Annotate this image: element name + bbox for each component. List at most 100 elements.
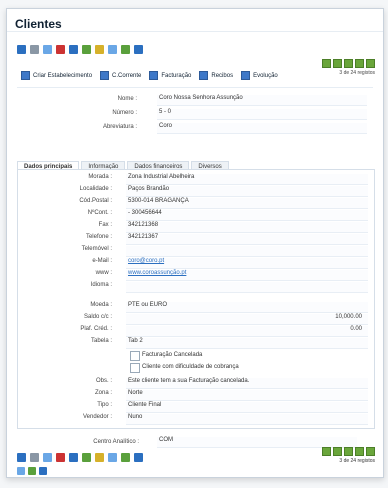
arrow-icon[interactable]: [121, 45, 130, 54]
localidade-label: Localidade :: [79, 186, 112, 192]
row-telefone: Telefone : 342121367: [18, 234, 374, 245]
star-icon[interactable]: [95, 45, 104, 54]
telemovel-field[interactable]: [126, 246, 368, 257]
link-facturacao[interactable]: Facturação: [149, 71, 191, 80]
dificuldade-cobranca-checkbox[interactable]: [130, 363, 140, 373]
pager-buttons[interactable]: [322, 447, 375, 456]
tipo-label: Tipo :: [97, 402, 112, 408]
tipo-field[interactable]: Cliente Final: [126, 402, 368, 413]
row-vendedor: Vendedor : Nuno: [18, 414, 374, 425]
localidade-field[interactable]: Paços Brandão: [126, 186, 368, 197]
link-c-corrente[interactable]: C.Corrente: [100, 71, 141, 80]
row-email: e-Mail : coro@coro.pt: [18, 258, 374, 269]
row-telemovel: Telemóvel :: [18, 246, 374, 257]
ncont-label: NºCont. :: [87, 210, 112, 216]
pager-count: 3 de 24 registos: [339, 70, 375, 76]
search-icon[interactable]: [30, 453, 39, 462]
link-criar-estabelecimento[interactable]: Criar Estabelecimento: [21, 71, 92, 80]
email-field[interactable]: coro@coro.pt: [126, 258, 368, 269]
idioma-field[interactable]: [126, 282, 368, 293]
nome-field[interactable]: Coro Nossa Senhora Assunção: [157, 95, 367, 106]
row-idioma: Idioma :: [18, 282, 374, 293]
refresh-icon[interactable]: [366, 59, 375, 68]
refresh-icon[interactable]: [82, 453, 91, 462]
obs-field[interactable]: Este cliente tem a sua Facturação cancel…: [126, 378, 368, 389]
action-links: Criar Estabelecimento C.Corrente Factura…: [21, 71, 278, 80]
close-icon[interactable]: [69, 453, 78, 462]
facturacao-cancelada-label: Facturação Cancelada: [142, 352, 203, 358]
arrow-icon[interactable]: [121, 453, 130, 462]
saldo-field: 10,000.00: [126, 314, 368, 325]
last-icon[interactable]: [355, 447, 364, 456]
new-icon[interactable]: [17, 45, 26, 54]
plafcred-label: Plaf. Créd. :: [80, 326, 112, 332]
filter-icon[interactable]: [108, 453, 117, 462]
print-icon[interactable]: [134, 45, 143, 54]
export-icon[interactable]: [17, 467, 25, 475]
fax-label: Fax :: [98, 222, 112, 228]
plafcred-field[interactable]: 0.00: [126, 326, 368, 337]
row-tabela: Tabela : Tab 2: [18, 338, 374, 349]
codpostal-label: Cód.Postal :: [79, 198, 112, 204]
tabela-field[interactable]: Tab 2: [126, 338, 368, 349]
close-icon[interactable]: [69, 45, 78, 54]
top-toolbar: [17, 45, 143, 54]
facturacao-cancelada-checkbox[interactable]: [130, 351, 140, 361]
copy-icon[interactable]: [43, 453, 52, 462]
abreviatura-label: Abreviatura :: [102, 124, 137, 130]
mail-icon[interactable]: [39, 467, 47, 475]
saldo-label: Saldo c/c :: [83, 314, 112, 320]
numero-label: Número :: [112, 110, 137, 116]
new-icon[interactable]: [17, 453, 26, 462]
www-field[interactable]: www.coroassunção.pt: [126, 270, 368, 281]
fax-field[interactable]: 342121368: [126, 222, 368, 233]
moeda-label: Moeda :: [90, 302, 112, 308]
print-icon[interactable]: [28, 467, 36, 475]
divider: [17, 87, 373, 88]
link-evolucao[interactable]: Evolução: [241, 71, 278, 80]
filter-icon[interactable]: [108, 45, 117, 54]
delete-icon[interactable]: [56, 453, 65, 462]
copy-icon[interactable]: [43, 45, 52, 54]
numero-field[interactable]: 5 - 0: [157, 109, 367, 120]
refresh-icon[interactable]: [82, 45, 91, 54]
pager-buttons[interactable]: [322, 59, 375, 68]
prev-icon[interactable]: [333, 59, 342, 68]
search-icon[interactable]: [30, 45, 39, 54]
vendedor-field[interactable]: Nuno: [126, 414, 368, 425]
last-icon[interactable]: [355, 59, 364, 68]
row-moeda: Moeda : PTE ou EURO: [18, 302, 374, 313]
moeda-field[interactable]: PTE ou EURO: [126, 302, 368, 313]
next-icon[interactable]: [344, 447, 353, 456]
codpostal-field[interactable]: 5300-014 BRAGANÇA: [126, 198, 368, 209]
morada-field[interactable]: Zona Industrial Abelheira: [126, 174, 368, 185]
next-icon[interactable]: [344, 59, 353, 68]
morada-label: Morada :: [88, 174, 112, 180]
first-icon[interactable]: [322, 59, 331, 68]
abreviatura-field[interactable]: Coro: [157, 123, 367, 134]
mini-toolbar: [17, 467, 47, 475]
bottom-pager: 3 de 24 registos: [322, 447, 375, 464]
window-title: Clientes: [15, 17, 62, 31]
ncont-field[interactable]: - 300456644: [126, 210, 368, 221]
idioma-label: Idioma :: [90, 282, 112, 288]
pager-count: 3 de 24 registos: [339, 458, 375, 464]
tabela-label: Tabela :: [90, 338, 112, 344]
www-label: www :: [95, 270, 112, 276]
prev-icon[interactable]: [333, 447, 342, 456]
first-icon[interactable]: [322, 447, 331, 456]
doc-icon: [149, 71, 159, 80]
telefone-label: Telefone :: [85, 234, 112, 240]
refresh-icon[interactable]: [366, 447, 375, 456]
delete-icon[interactable]: [56, 45, 65, 54]
star-icon[interactable]: [95, 453, 104, 462]
zona-field[interactable]: Norte: [126, 390, 368, 401]
row-www: www : www.coroassunção.pt: [18, 270, 374, 281]
nome-label: Nome :: [117, 96, 137, 102]
link-recibos[interactable]: Recibos: [199, 71, 233, 80]
row-saldo: Saldo c/c : 10,000.00: [18, 314, 374, 325]
telefone-field[interactable]: 342121367: [126, 234, 368, 245]
print-icon[interactable]: [134, 453, 143, 462]
app-window: Clientes 3 de 24 registos Criar Estabele…: [6, 8, 384, 478]
bottom-toolbar: [17, 453, 143, 462]
